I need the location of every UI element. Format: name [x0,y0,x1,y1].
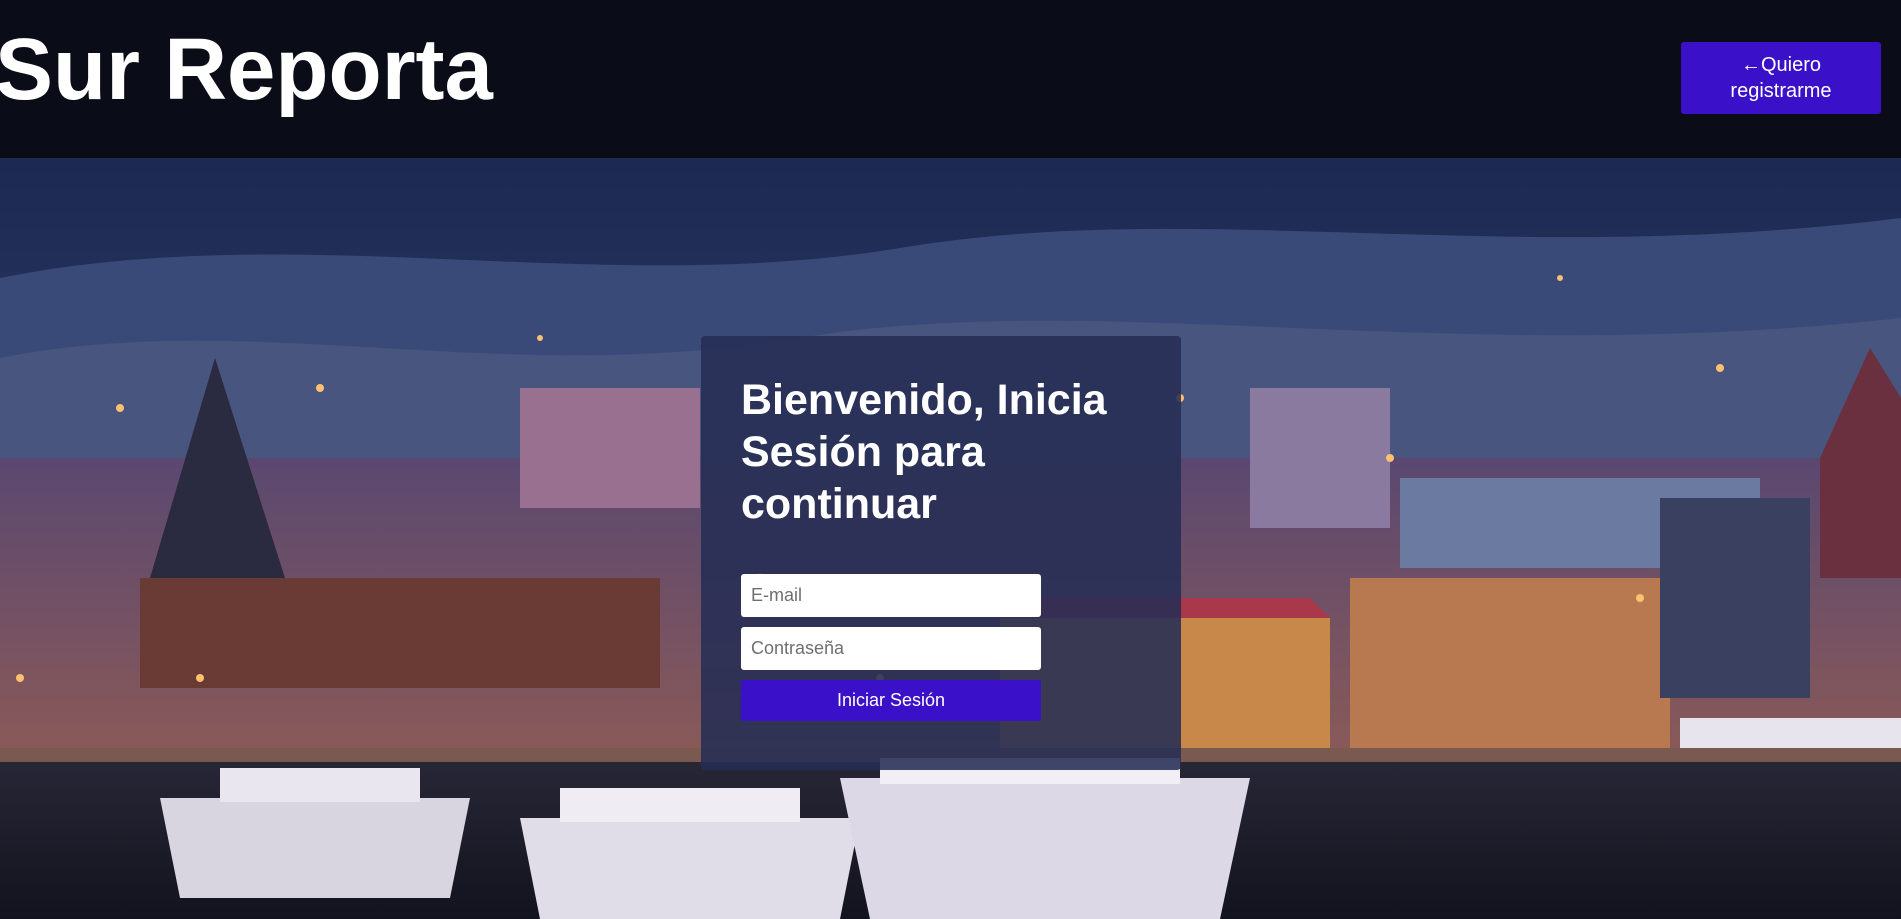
login-title: Bienvenido, Inicia Sesión para continuar [741,376,1107,528]
hero-background-image: Bienvenido, Inicia Sesión para continuar… [0,158,1901,919]
login-button[interactable]: Iniciar Sesión [741,680,1041,721]
login-card: Bienvenido, Inicia Sesión para continuar… [701,336,1181,770]
register-button[interactable]: ←Quiero registrarme [1681,42,1881,114]
site-title: Sur Reporta [0,21,493,118]
site-header: Sur Reporta ←Quiero registrarme [0,0,1901,158]
password-field[interactable] [741,627,1041,670]
email-field[interactable] [741,574,1041,617]
